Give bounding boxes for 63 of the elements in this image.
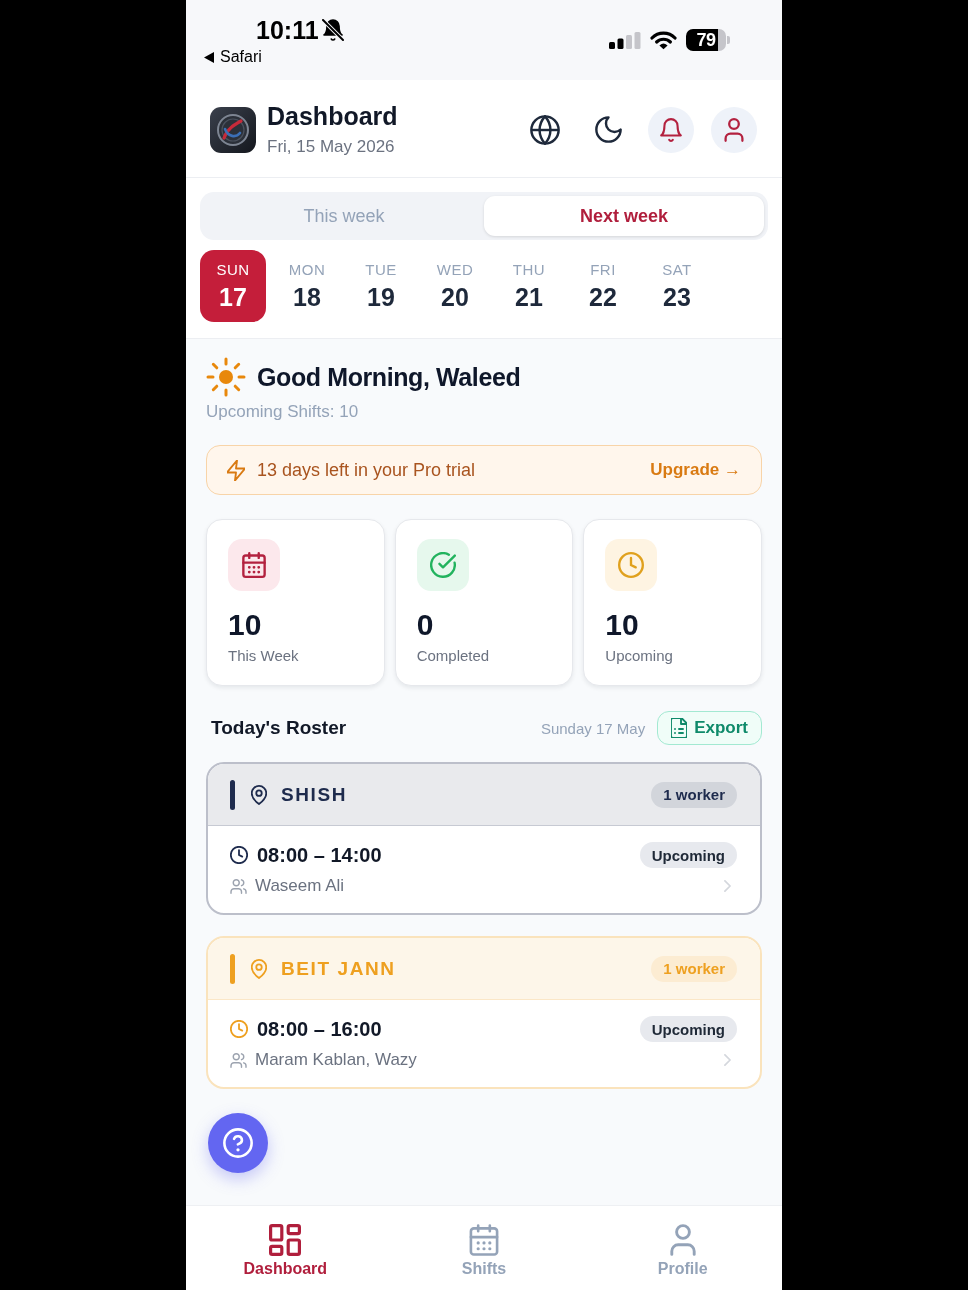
day-tab[interactable]: THU 21 (496, 250, 562, 322)
wifi-icon (650, 30, 677, 50)
moon-icon (594, 116, 622, 143)
back-link[interactable]: Safari (220, 47, 262, 67)
grid-icon (269, 1224, 302, 1256)
status-badge: Upcoming (639, 842, 737, 868)
location-name: SHISH (281, 783, 348, 806)
greeting-title: Good Morning, Waleed (257, 362, 521, 393)
worker-count-badge: 1 worker (651, 781, 737, 808)
shift-time: 08:00 – 14:00 (257, 843, 382, 867)
users-icon (230, 1052, 247, 1068)
question-circle-icon (223, 1128, 253, 1158)
stat-value: 10 (605, 608, 639, 642)
trial-message: 13 days left in your Pro trial (257, 459, 476, 481)
calendar-icon (228, 539, 280, 591)
battery-indicator: 79 (686, 29, 730, 51)
logo-icon (210, 106, 256, 153)
clock-icon (230, 846, 248, 864)
day-tab[interactable]: SUN 17 (200, 250, 266, 322)
users-icon (230, 878, 247, 894)
export-button[interactable]: Export (657, 711, 762, 745)
shift-workers: Maram Kablan, Wazy (255, 1050, 417, 1070)
bell-slash-icon (321, 19, 344, 41)
shift-workers: Waseem Ali (255, 876, 345, 896)
clock-icon (605, 539, 658, 591)
day-tab[interactable]: MON 18 (274, 250, 340, 322)
day-tab[interactable]: SAT 23 (644, 250, 710, 322)
day-tab[interactable]: WED 20 (422, 250, 488, 322)
day-tab[interactable]: TUE 19 (348, 250, 414, 322)
account-button[interactable] (711, 106, 757, 153)
calendar-icon (468, 1224, 500, 1256)
sun-icon (206, 357, 246, 397)
person-icon (723, 117, 745, 142)
greeting-subtitle: Upcoming Shifts: 10 (206, 401, 360, 423)
section-title: Today's Roster (210, 717, 347, 739)
status-time: 10:11 (256, 15, 319, 45)
signal-icon (609, 31, 641, 49)
shift-time: 08:00 – 16:00 (257, 1017, 382, 1041)
clock-icon (230, 1020, 248, 1038)
week-tab[interactable]: Next week (484, 196, 764, 236)
globe-icon (530, 114, 560, 145)
location-name: BEIT JANN (281, 957, 396, 980)
day-tab[interactable]: FRI 22 (570, 250, 636, 322)
stat-value: 10 (228, 608, 262, 642)
nav-tab[interactable]: Dashboard (186, 1206, 385, 1290)
stat-label: Upcoming (605, 647, 673, 665)
stat-label: This Week (228, 647, 299, 665)
current-date: Fri, 15 May 2026 (267, 136, 396, 158)
location-header[interactable]: SHISH 1 worker (208, 764, 760, 826)
lightning-icon (227, 459, 245, 481)
page-title: Dashboard (267, 101, 398, 131)
stat-value: 0 (416, 608, 434, 642)
document-icon (671, 718, 688, 738)
roster-date: Sunday 17 May (540, 719, 646, 737)
back-icon[interactable] (204, 51, 214, 63)
help-button[interactable] (208, 1113, 268, 1173)
bell-icon (659, 117, 683, 142)
pin-icon (251, 958, 267, 979)
worker-count-badge: 1 worker (651, 955, 737, 982)
pin-icon (251, 784, 267, 805)
stat-label: Completed (416, 647, 490, 665)
status-badge: Upcoming (639, 1016, 737, 1042)
notifications-button[interactable] (648, 106, 694, 153)
